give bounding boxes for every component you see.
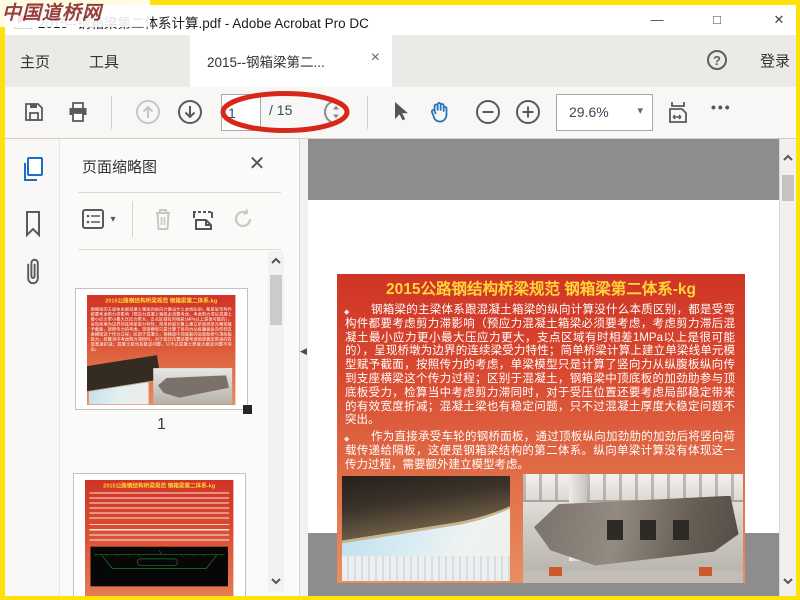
previous-page-button[interactable] <box>133 97 163 127</box>
tab-bar: 主页 工具 2015--钢箱梁第二... × ? 登录 <box>5 35 796 87</box>
scroll-up-icon[interactable] <box>781 151 795 165</box>
tab-home[interactable]: 主页 <box>20 51 50 72</box>
crop-pages-button[interactable] <box>186 201 220 237</box>
collapse-panel-icon[interactable]: ◀ <box>300 346 307 357</box>
document-view[interactable]: 2015公路钢结构桥梁规范 钢箱梁第二体系-kg ◆ 钢箱梁的主梁体系跟混凝土箱梁… <box>308 139 779 596</box>
attachments-panel-button[interactable] <box>16 255 50 289</box>
page-down-icon <box>176 98 204 126</box>
page-up-icon <box>134 98 162 126</box>
thumbnail-page-2[interactable]: 2015公路钢结构桥梁规范 钢箱梁第二体系-kg <box>73 473 246 596</box>
sign-in-button[interactable]: 登录 <box>760 50 796 71</box>
chevron-down-icon: ▾ <box>637 105 643 117</box>
page-view-options-button[interactable] <box>321 97 351 127</box>
screen: 2015--钢箱梁第二体系计算.pdf - Adobe Acrobat Pro … <box>0 0 800 600</box>
minimize-button[interactable]: — <box>640 8 674 32</box>
minus-circle-icon <box>474 98 502 126</box>
bullet-icon: ◆ <box>344 436 350 444</box>
fit-width-icon <box>665 99 691 125</box>
page-thumbnails-panel-button[interactable] <box>16 153 50 187</box>
maximize-button[interactable]: □ <box>700 8 734 32</box>
pointer-icon <box>389 100 411 124</box>
delete-page-button[interactable] <box>146 201 180 237</box>
divider <box>78 249 281 250</box>
bridge-underside-photo <box>342 476 510 581</box>
acrobat-window: 2015--钢箱梁第二体系计算.pdf - Adobe Acrobat Pro … <box>5 5 796 596</box>
close-window-button[interactable]: ✕ <box>762 8 796 32</box>
divider <box>132 201 133 237</box>
steel-girder-workshop-photo <box>523 474 743 583</box>
bookmark-icon <box>22 210 44 238</box>
select-tool-button[interactable] <box>385 97 415 127</box>
zoom-level-select[interactable]: 29.6% ▾ <box>556 94 653 131</box>
panel-scrollbar[interactable] <box>268 251 284 591</box>
crop-icon <box>190 206 216 232</box>
pdf-page-1: 2015公路钢结构桥梁规范 钢箱梁第二体系-kg ◆ 钢箱梁的主梁体系跟混凝土箱梁… <box>308 200 779 583</box>
zoom-out-button[interactable] <box>473 97 503 127</box>
main-toolbar: / 15 29.6% ▾ ••• <box>5 87 796 139</box>
hand-icon <box>427 99 453 125</box>
slide-paragraph-2: ◆ 作为直接承受车轮的钢桥面板，通过顶板纵向加劲肋的加劲后将竖向荷载传递给隔板，这… <box>344 431 735 471</box>
bullet-icon: ◆ <box>344 309 350 316</box>
thumbnail-page-1[interactable]: 2015公路钢结构桥梁规范 钢箱梁第二体系-kg 钢箱梁的主梁体系跟混凝土箱梁的… <box>75 288 252 414</box>
panel-title: 页面缩略图 <box>82 159 158 176</box>
document-tab-title: 2015--钢箱梁第二... <box>207 55 325 70</box>
divider <box>78 192 281 193</box>
spin-arrows-icon <box>322 98 350 126</box>
page-thumbnails-panel: 页面缩略图 ✕ ▾ 2015公路钢结构桥梁规范 钢箱梁第二体系-kg 钢箱梁的主… <box>60 139 300 596</box>
thumbnail-options-button[interactable]: ▾ <box>78 201 120 237</box>
rotate-icon <box>230 206 256 232</box>
panel-splitter[interactable]: ◀ <box>300 139 308 596</box>
trash-icon <box>151 206 175 232</box>
slide-title: 2015公路钢结构桥梁规范 钢箱梁第二体系-kg <box>385 281 697 298</box>
watermark: 中国道桥网 <box>0 0 150 27</box>
save-button[interactable] <box>19 97 49 127</box>
zoom-level-value: 29.6% <box>569 104 609 120</box>
plus-circle-icon <box>514 98 542 126</box>
tab-tools[interactable]: 工具 <box>89 51 119 72</box>
paperclip-icon <box>20 256 46 288</box>
toolbar-divider <box>111 96 112 129</box>
bookmarks-panel-button[interactable] <box>16 207 50 241</box>
more-tools-button[interactable]: ••• <box>711 99 753 115</box>
navigation-strip <box>5 139 60 596</box>
thumbnail-2-text-lines <box>89 492 230 522</box>
hand-tool-button[interactable] <box>425 97 455 127</box>
page-count-label: / 15 <box>269 102 293 118</box>
document-scrollbar[interactable] <box>779 139 796 596</box>
save-icon <box>22 100 46 124</box>
tab-document[interactable]: 2015--钢箱梁第二... × <box>190 35 392 87</box>
toolbar-divider <box>367 96 368 129</box>
scroll-down-icon[interactable] <box>269 574 283 588</box>
cross-section-diagram <box>90 546 228 587</box>
thumbnail-1-preview: 2015公路钢结构桥梁规范 钢箱梁第二体系-kg 钢箱梁的主梁体系跟混凝土箱梁的… <box>87 295 236 405</box>
fit-width-button[interactable] <box>663 97 693 127</box>
pages-icon <box>20 156 46 184</box>
slide-content: 2015公路钢结构桥梁规范 钢箱梁第二体系-kg ◆ 钢箱梁的主梁体系跟混凝土箱梁… <box>337 274 745 583</box>
thumbnail-1-page-number: 1 <box>157 416 166 433</box>
zoom-in-button[interactable] <box>513 97 543 127</box>
panel-close-button[interactable]: ✕ <box>246 151 268 176</box>
panel-scrollbar-thumb[interactable] <box>270 275 282 325</box>
print-icon <box>66 100 90 124</box>
options-list-icon <box>82 208 108 230</box>
thumbnail-2-text-lines <box>89 524 230 543</box>
rotate-page-button[interactable] <box>226 201 260 237</box>
content-area: 页面缩略图 ✕ ▾ 2015公路钢结构桥梁规范 钢箱梁第二体系-kg 钢箱梁的主… <box>5 139 796 596</box>
help-button[interactable]: ? <box>707 50 727 70</box>
thumbnail-selection-handle[interactable] <box>243 405 252 414</box>
document-tab-close-icon[interactable]: × <box>371 49 380 67</box>
page-number-input[interactable] <box>221 94 261 131</box>
next-page-button[interactable] <box>175 97 205 127</box>
print-button[interactable] <box>63 97 93 127</box>
scroll-down-icon[interactable] <box>781 574 795 588</box>
thumbnail-2-preview: 2015公路钢结构桥梁规范 钢箱梁第二体系-kg <box>85 480 234 596</box>
slide-paragraph-1: ◆ 钢箱梁的主梁体系跟混凝土箱梁的纵向计算没什么本质区别，都是受弯构件都要考虑剪力… <box>344 304 735 427</box>
chevron-down-icon: ▾ <box>110 213 116 225</box>
document-scrollbar-thumb[interactable] <box>782 175 794 201</box>
scroll-up-icon[interactable] <box>269 254 283 268</box>
